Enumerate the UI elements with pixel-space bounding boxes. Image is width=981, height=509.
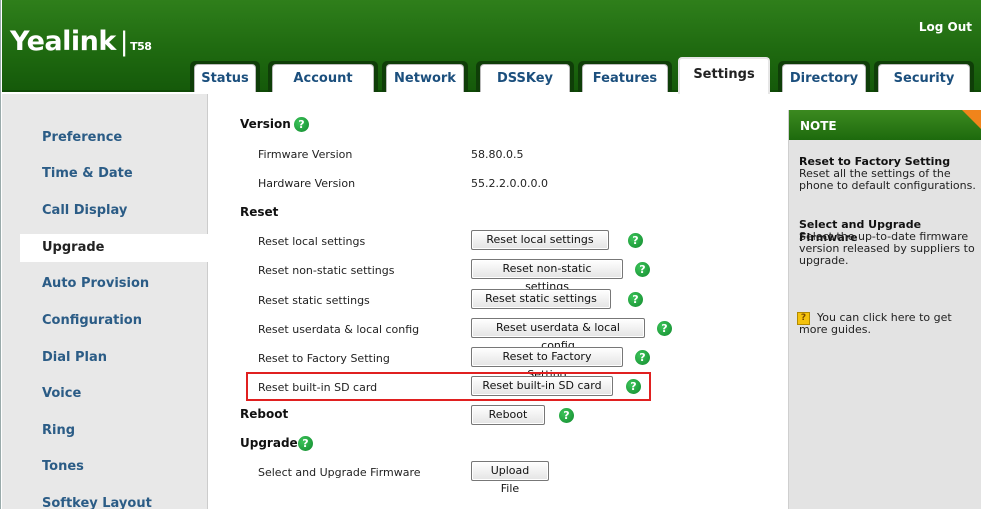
sidebar-item-call-display[interactable]: Call Display	[2, 197, 208, 225]
yealink-logo: Yealink | T58	[10, 26, 152, 57]
reset-static-label: Reset static settings	[258, 294, 370, 307]
help-icon[interactable]: ?	[635, 262, 650, 277]
tab-features[interactable]: Features	[582, 64, 668, 92]
sidebar-item-voice[interactable]: Voice	[2, 380, 208, 408]
note-guide-link[interactable]: You can click here to get more guides.	[799, 312, 979, 336]
help-icon[interactable]: ?	[657, 321, 672, 336]
tab-account[interactable]: Account	[272, 64, 374, 92]
tab-status[interactable]: Status	[194, 64, 256, 92]
reboot-heading: Reboot	[240, 407, 289, 421]
reset-local-label: Reset local settings	[258, 235, 366, 248]
tab-settings[interactable]: Settings	[678, 57, 770, 94]
version-heading: Version	[240, 117, 291, 131]
browser-frame: Yealink | T58 Log Out Status Account Netwo…	[0, 0, 981, 509]
reset-factory-button[interactable]: Reset to Factory Setting	[471, 347, 623, 381]
reset-sd-card-label: Reset built-in SD card	[258, 381, 378, 394]
sidebar-item-upgrade[interactable]: Upgrade	[20, 234, 210, 262]
help-icon[interactable]: ?	[626, 379, 641, 394]
upgrade-firmware-label: Select and Upgrade Firmware	[258, 466, 421, 479]
help-icon[interactable]: ?	[298, 436, 313, 451]
sidebar-item-softkey-layout[interactable]: Softkey Layout	[2, 490, 208, 509]
reset-userdata-label: Reset userdata & local config	[258, 323, 420, 336]
firmware-version-value: 58.80.0.5	[471, 148, 524, 161]
reset-heading: Reset	[240, 205, 279, 219]
sidebar-item-auto-provision[interactable]: Auto Provision	[2, 270, 208, 298]
sidebar-item-tones[interactable]: Tones	[2, 453, 208, 481]
reset-userdata-button[interactable]: Reset userdata & local config	[471, 318, 645, 352]
tab-dsskey[interactable]: DSSKey	[480, 64, 570, 92]
sidebar-item-dial-plan[interactable]: Dial Plan	[2, 344, 208, 372]
tab-network[interactable]: Network	[386, 64, 464, 92]
note-factory-text: Reset all the settings of the phone to d…	[799, 167, 976, 192]
reset-local-button[interactable]: Reset local settings	[471, 230, 609, 250]
note-corner-tab	[962, 110, 981, 130]
reset-sd-card-button[interactable]: Reset built-in SD card	[471, 376, 613, 396]
help-icon[interactable]: ?	[635, 350, 650, 365]
help-icon[interactable]: ?	[628, 233, 643, 248]
tab-security[interactable]: Security	[878, 64, 970, 92]
sidebar-item-ring[interactable]: Ring	[2, 417, 208, 445]
reset-static-button[interactable]: Reset static settings	[471, 289, 611, 309]
reset-non-static-button[interactable]: Reset non-static settings	[471, 259, 623, 293]
hardware-version-label: Hardware Version	[258, 177, 356, 190]
sidebar-item-configuration[interactable]: Configuration	[2, 307, 208, 335]
sidebar-item-time-date[interactable]: Time & Date	[2, 160, 208, 188]
reboot-button[interactable]: Reboot	[471, 405, 545, 425]
header-bar: Yealink | T58 Log Out Status Account Netwo…	[2, 0, 981, 94]
hardware-version-value: 55.2.2.0.0.0.0	[471, 177, 548, 190]
note-upgrade-text: Select the up-to-date firmware version r…	[799, 230, 975, 267]
reset-non-static-label: Reset non-static settings	[258, 264, 395, 277]
sidebar: Preference Time & Date Call Display Upgr…	[2, 94, 210, 509]
reset-factory-label: Reset to Factory Setting	[258, 352, 390, 365]
firmware-version-label: Firmware Version	[258, 148, 353, 161]
upload-file-button[interactable]: Upload File	[471, 461, 549, 495]
upgrade-heading: Upgrade	[240, 436, 298, 450]
help-icon[interactable]: ?	[559, 408, 574, 423]
logout-link[interactable]: Log Out	[919, 20, 972, 34]
help-icon[interactable]: ?	[628, 292, 643, 307]
help-icon[interactable]: ?	[294, 117, 309, 132]
sidebar-item-preference[interactable]: Preference	[2, 124, 208, 152]
note-header: NOTE	[789, 110, 981, 140]
tab-directory[interactable]: Directory	[782, 64, 866, 92]
